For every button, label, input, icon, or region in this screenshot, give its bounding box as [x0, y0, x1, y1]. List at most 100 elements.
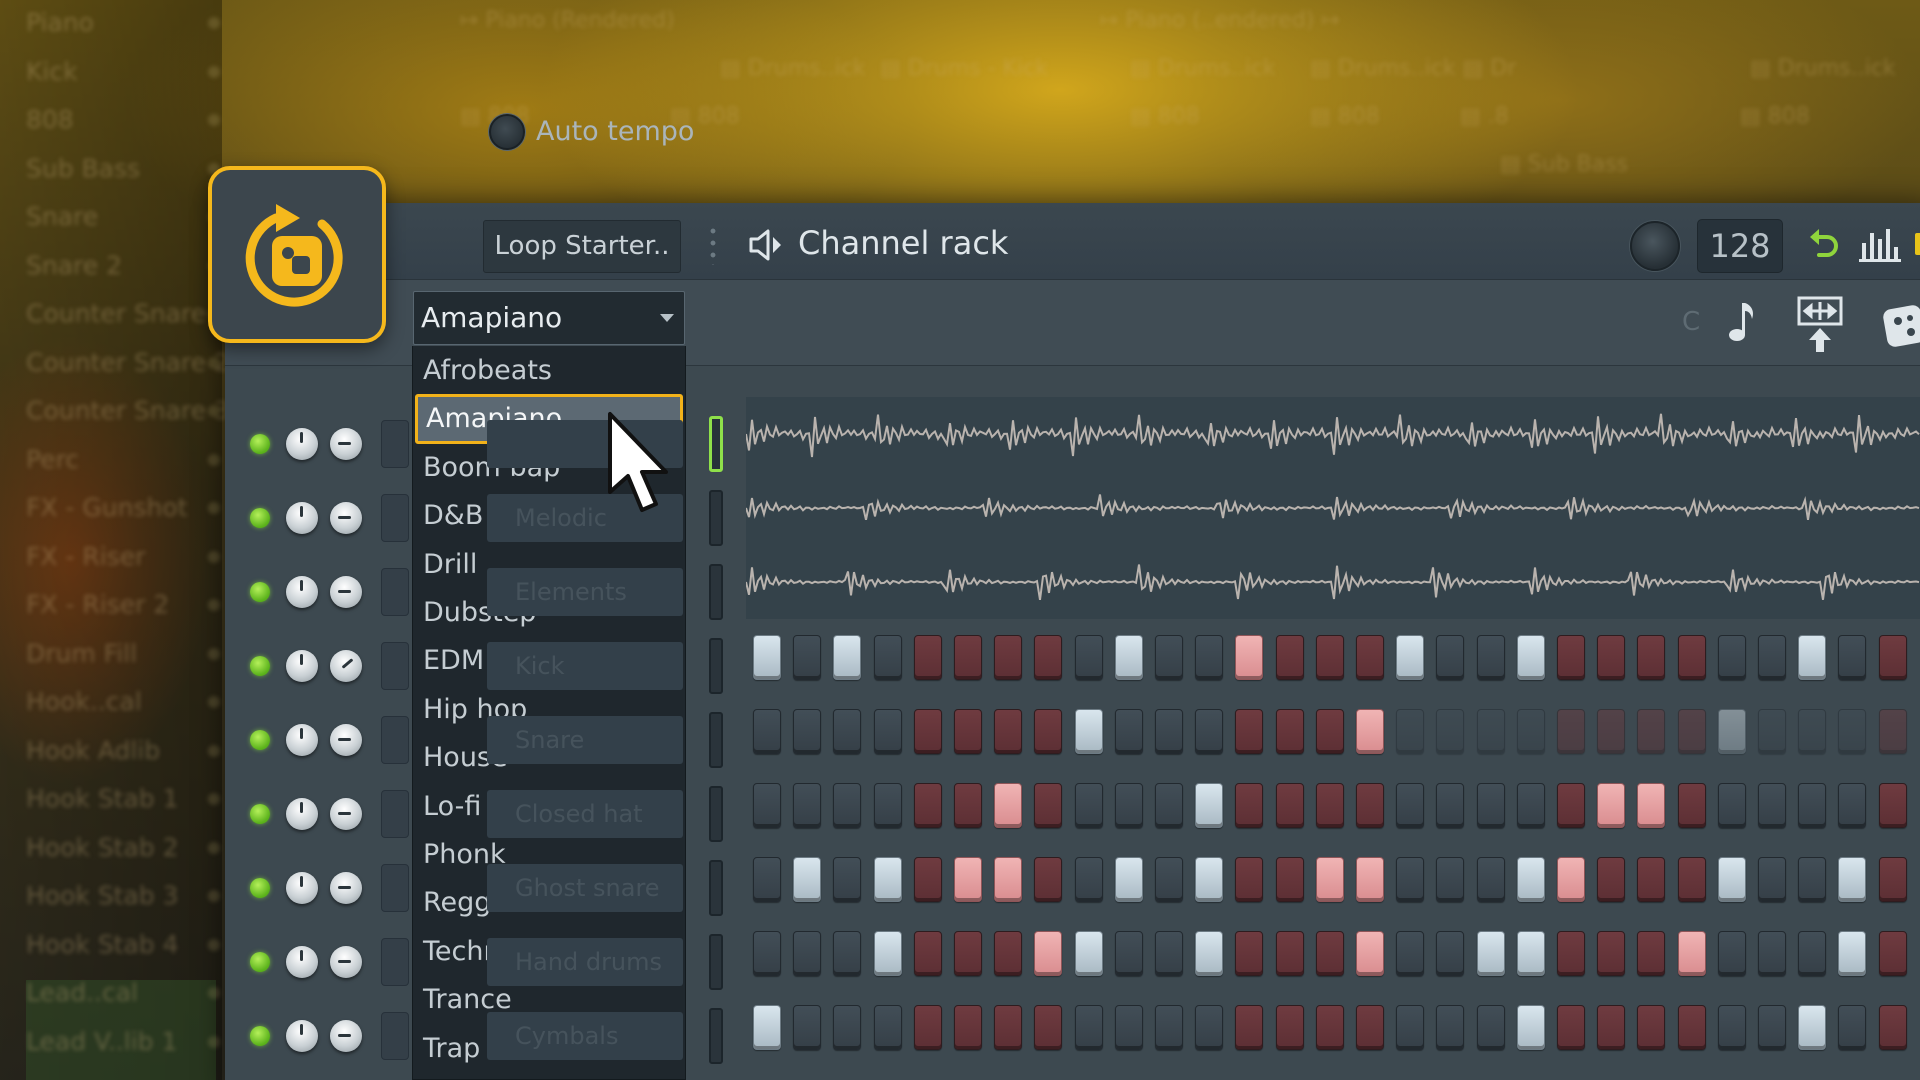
step-button[interactable]	[1436, 709, 1465, 754]
step-button[interactable]	[1275, 783, 1304, 828]
step-button[interactable]	[994, 709, 1023, 754]
step-button[interactable]	[1396, 931, 1425, 976]
loop-starter-logo[interactable]	[208, 166, 386, 343]
channel-select-indicator[interactable]	[709, 860, 723, 916]
step-button[interactable]	[1034, 783, 1063, 828]
step-button[interactable]	[1275, 857, 1304, 902]
step-button[interactable]	[1758, 857, 1786, 902]
step-button[interactable]	[1597, 709, 1626, 754]
step-button[interactable]	[753, 857, 781, 902]
channel-target-frame[interactable]	[381, 420, 409, 468]
step-button[interactable]	[994, 1005, 1023, 1050]
step-button[interactable]	[1114, 1005, 1143, 1050]
step-button[interactable]	[994, 857, 1023, 902]
channel-name-button[interactable]: Cymbals	[487, 1012, 683, 1060]
step-button[interactable]	[1557, 635, 1585, 680]
window-menu-tab[interactable]	[1915, 233, 1920, 255]
step-button[interactable]	[1637, 635, 1666, 680]
step-button[interactable]	[1396, 1005, 1425, 1050]
step-button[interactable]	[913, 783, 942, 828]
step-button[interactable]	[1717, 931, 1746, 976]
step-button[interactable]	[1597, 783, 1626, 828]
step-button[interactable]	[1758, 931, 1786, 976]
channel-mute-led[interactable]	[250, 878, 270, 898]
step-button[interactable]	[1878, 783, 1907, 828]
step-button[interactable]	[793, 635, 822, 680]
step-button[interactable]	[753, 931, 781, 976]
step-button[interactable]	[1396, 709, 1425, 754]
key-label[interactable]: C	[1682, 303, 1700, 341]
step-button[interactable]	[1436, 1005, 1465, 1050]
step-button[interactable]	[1677, 635, 1706, 680]
step-button[interactable]	[1838, 1005, 1867, 1050]
step-button[interactable]	[833, 783, 862, 828]
channel-select-indicator[interactable]	[709, 712, 723, 768]
channel-name-button[interactable]: Kick	[487, 642, 683, 690]
channel-target-frame[interactable]	[381, 494, 409, 542]
step-button[interactable]	[1155, 857, 1183, 902]
step-button[interactable]	[1597, 1005, 1626, 1050]
step-button[interactable]	[753, 635, 781, 680]
step-button[interactable]	[913, 857, 942, 902]
step-button[interactable]	[1516, 635, 1545, 680]
undo-icon[interactable]	[1807, 227, 1841, 261]
step-button[interactable]	[1074, 709, 1103, 754]
step-button[interactable]	[793, 709, 822, 754]
fit-icon[interactable]	[1797, 296, 1843, 354]
channel-volume-knob[interactable]	[286, 502, 318, 534]
channel-pan-knob[interactable]	[330, 724, 362, 756]
step-button[interactable]	[1717, 1005, 1746, 1050]
channel-select-indicator[interactable]	[709, 638, 723, 694]
step-button[interactable]	[1677, 857, 1706, 902]
step-button[interactable]	[1034, 1005, 1063, 1050]
step-button[interactable]	[1476, 857, 1505, 902]
audio-clip-row[interactable]	[746, 545, 1920, 619]
channel-mute-led[interactable]	[250, 508, 270, 528]
step-button[interactable]	[1476, 709, 1505, 754]
audio-clip-row[interactable]	[746, 397, 1920, 471]
step-button[interactable]	[1838, 783, 1867, 828]
step-button[interactable]	[753, 709, 781, 754]
step-button[interactable]	[1516, 709, 1545, 754]
step-button[interactable]	[1315, 931, 1344, 976]
step-button[interactable]	[1436, 931, 1465, 976]
step-button[interactable]	[1356, 931, 1384, 976]
step-button[interactable]	[1798, 709, 1827, 754]
step-button[interactable]	[1476, 635, 1505, 680]
step-button[interactable]	[833, 931, 862, 976]
step-button[interactable]	[1798, 783, 1827, 828]
step-button[interactable]	[1275, 1005, 1304, 1050]
step-button[interactable]	[1114, 857, 1143, 902]
step-button[interactable]	[994, 635, 1023, 680]
channel-target-frame[interactable]	[381, 938, 409, 986]
step-button[interactable]	[1476, 931, 1505, 976]
step-button[interactable]	[954, 783, 982, 828]
step-button[interactable]	[873, 857, 902, 902]
channel-select-indicator[interactable]	[709, 934, 723, 990]
step-button[interactable]	[1677, 783, 1706, 828]
step-button[interactable]	[1677, 709, 1706, 754]
step-button[interactable]	[913, 931, 942, 976]
step-button[interactable]	[873, 783, 902, 828]
step-button[interactable]	[954, 931, 982, 976]
step-button[interactable]	[1557, 1005, 1585, 1050]
step-button[interactable]	[1356, 709, 1384, 754]
channel-volume-knob[interactable]	[286, 428, 318, 460]
dice-icon[interactable]	[1882, 299, 1920, 349]
step-button[interactable]	[1557, 709, 1585, 754]
step-button[interactable]	[1878, 1005, 1907, 1050]
step-button[interactable]	[1476, 783, 1505, 828]
channel-name-button[interactable]: Ghost snare	[487, 864, 683, 912]
step-button[interactable]	[1758, 1005, 1786, 1050]
note-icon[interactable]	[1726, 297, 1758, 345]
channel-pan-knob[interactable]	[330, 650, 362, 682]
step-button[interactable]	[1195, 783, 1224, 828]
step-button[interactable]	[1838, 709, 1867, 754]
step-button[interactable]	[1114, 709, 1143, 754]
step-button[interactable]	[1758, 635, 1786, 680]
step-button[interactable]	[1677, 931, 1706, 976]
step-button[interactable]	[1074, 931, 1103, 976]
step-button[interactable]	[1396, 635, 1425, 680]
step-button[interactable]	[753, 1005, 781, 1050]
step-button[interactable]	[1074, 1005, 1103, 1050]
